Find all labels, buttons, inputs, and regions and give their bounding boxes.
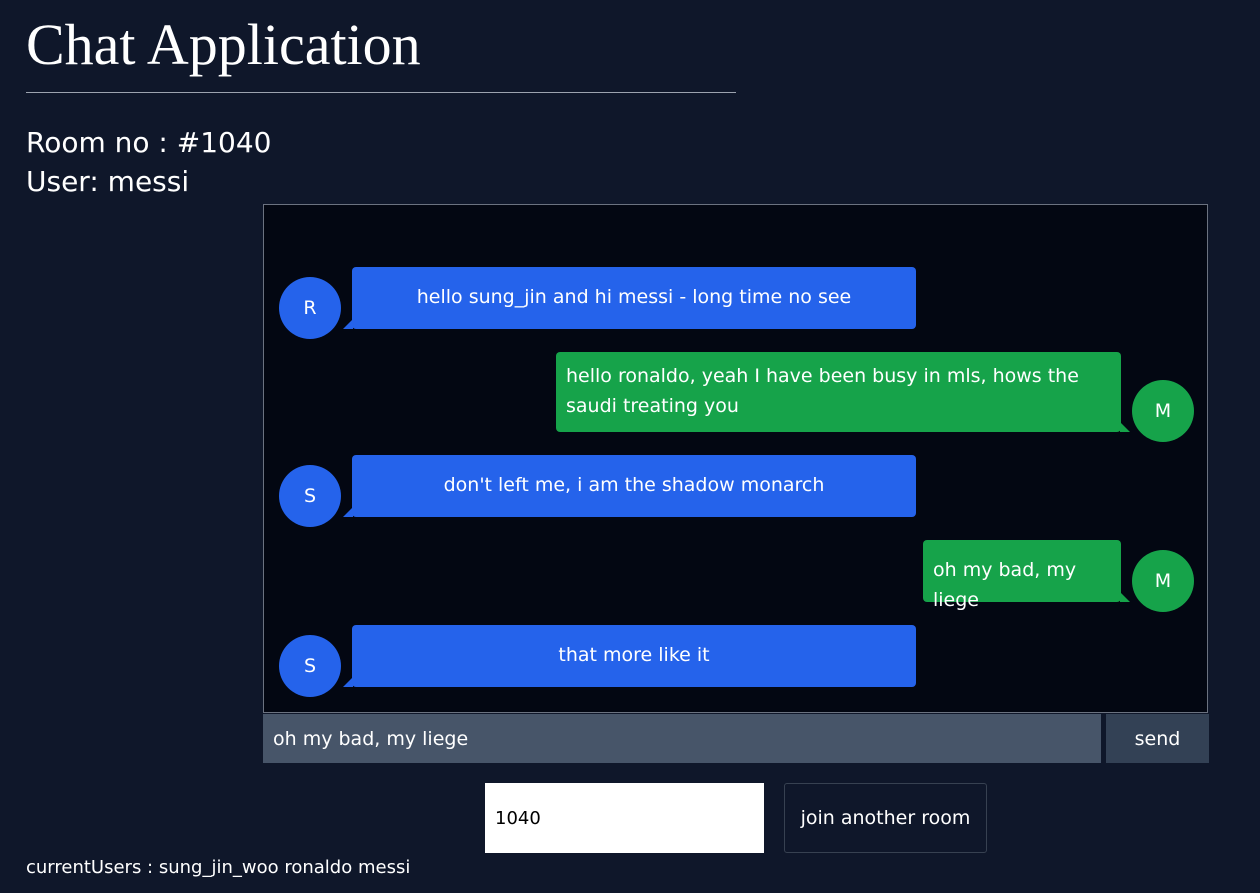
message-bubble: that more like it [343,625,916,687]
chat-message: S don't left me, i am the shadow monarch [279,455,916,527]
avatar: M [1132,380,1194,442]
chat-message: hello ronaldo, yeah I have been busy in … [556,352,1194,442]
chat-message: S that more like it [279,625,916,697]
avatar: S [279,465,341,527]
app-title: Chat Application [26,12,421,77]
message-bubble: hello ronaldo, yeah I have been busy in … [556,352,1130,432]
room-number-input[interactable] [485,783,764,853]
message-bubble: don't left me, i am the shadow monarch [343,455,916,517]
current-user-label: User: messi [26,165,190,198]
current-users-list: currentUsers : sung_jin_woo ronaldo mess… [26,857,411,878]
message-bubble: oh my bad, my liege [923,540,1130,611]
message-bubble: hello sung_jin and hi messi - long time … [343,267,916,329]
chat-message: oh my bad, my liege M [923,540,1194,612]
title-divider [26,92,736,93]
avatar: R [279,277,341,339]
send-button[interactable]: send [1106,714,1209,763]
page: Chat Application Room no : #1040 User: m… [0,0,1260,893]
chat-message: R hello sung_jin and hi messi - long tim… [279,267,916,339]
message-input[interactable] [263,714,1101,763]
chat-window[interactable]: R hello sung_jin and hi messi - long tim… [263,204,1208,713]
join-room-button[interactable]: join another room [784,783,987,853]
avatar: S [279,635,341,697]
room-number-label: Room no : #1040 [26,126,272,159]
avatar: M [1132,550,1194,612]
